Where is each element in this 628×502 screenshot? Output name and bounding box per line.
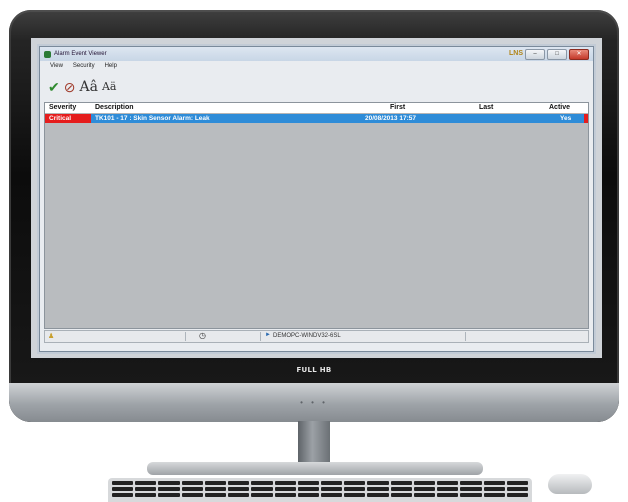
minimize-button[interactable]: – [525, 49, 545, 60]
column-last[interactable]: Last [479, 104, 493, 111]
menu-help[interactable]: Help [105, 63, 117, 73]
column-first[interactable]: First [390, 104, 405, 111]
severity-cell: Critical [49, 115, 72, 122]
toolbar: ✔ ⊘ Aâ Aä [40, 75, 593, 99]
maximize-button[interactable]: □ [547, 49, 567, 60]
alarm-viewer-window: Alarm Event Viewer LNS – □ ✕ View Securi… [39, 46, 594, 352]
menu-view[interactable]: View [50, 63, 63, 73]
power-leds: • • • [300, 398, 328, 407]
column-description[interactable]: Description [95, 104, 134, 111]
monitor-brand-label: FULL HB [296, 366, 332, 374]
clear-icon[interactable]: ⊘ [64, 78, 76, 96]
column-severity[interactable]: Severity [49, 104, 76, 111]
font-increase-button[interactable]: Aâ [79, 78, 97, 96]
title-bar[interactable]: Alarm Event Viewer LNS – □ ✕ [40, 47, 593, 61]
menu-bar: View Security Help [40, 61, 593, 75]
bezel-glare [9, 10, 619, 40]
status-bar: ♟ ◷ ► DEMOPC-WINDV32-6SL [44, 330, 589, 343]
column-active[interactable]: Active [549, 104, 570, 111]
user-icon: ♟ [48, 333, 55, 340]
clock-icon: ◷ [199, 331, 206, 340]
active-cell: Yes [560, 115, 572, 122]
monitor-stand-base [147, 462, 483, 475]
status-divider [185, 332, 186, 341]
description-cell: TK101 - 17 : Skin Sensor Alarm: Leak [95, 115, 210, 122]
app-icon [44, 50, 51, 58]
monitor-stand-neck [298, 421, 330, 467]
menu-security[interactable]: Security [73, 63, 95, 73]
acknowledge-icon[interactable]: ✔ [48, 78, 60, 96]
window-title: Alarm Event Viewer [54, 51, 107, 57]
connection-icon: ► [265, 332, 271, 338]
first-cell: 20/08/2013 17:57 [365, 115, 416, 122]
status-divider [260, 332, 261, 341]
keyboard-image [108, 478, 532, 502]
status-divider [465, 332, 466, 341]
monitor-screen: Alarm Event Viewer LNS – □ ✕ View Securi… [31, 38, 602, 358]
close-button[interactable]: ✕ [569, 49, 589, 60]
table-row[interactable]: Critical TK101 - 17 : Skin Sensor Alarm:… [45, 114, 588, 123]
alarm-grid[interactable]: Severity Description First Last Active C… [44, 102, 589, 329]
window-controls: – □ ✕ [525, 49, 589, 60]
font-decrease-button[interactable]: Aä [102, 78, 117, 96]
server-name: DEMOPC-WINDV32-6SL [273, 333, 341, 339]
vendor-logo: LNS [509, 50, 523, 57]
active-cell-marker [584, 114, 588, 123]
grid-header: Severity Description First Last Active [45, 103, 588, 114]
mouse-image [548, 474, 592, 494]
